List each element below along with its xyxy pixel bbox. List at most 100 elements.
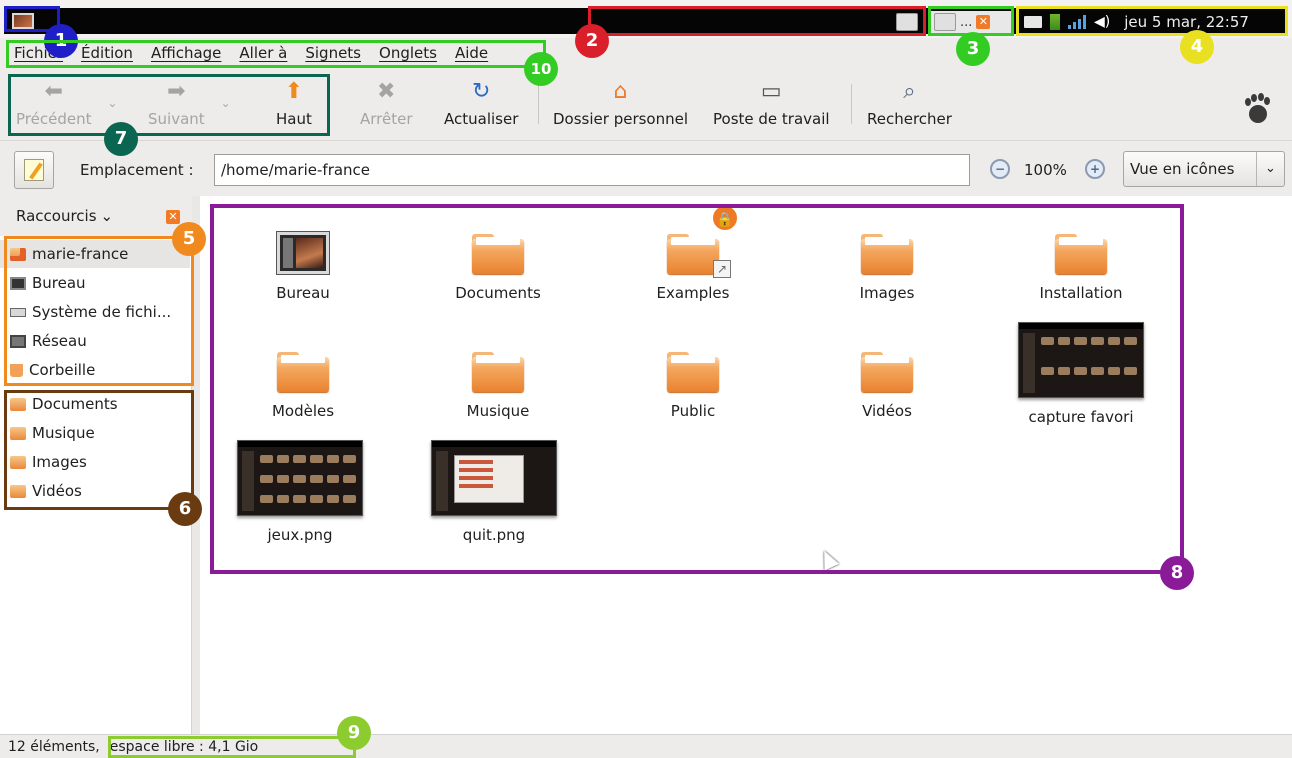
home-folder-icon: ⌂ [613, 78, 628, 104]
menu-bar: Fichier Édition Affichage Aller à Signet… [0, 38, 1292, 68]
mail-icon[interactable] [1024, 16, 1042, 28]
file-item-capture-favori[interactable]: capture favori [1006, 322, 1156, 426]
file-label: Installation [1039, 284, 1123, 302]
applications-menu-button[interactable] [8, 10, 38, 32]
annotation-number-4: 4 [1180, 30, 1214, 64]
file-item-installation[interactable]: Installation [1006, 230, 1156, 302]
sidebar-item-label: Système de fichi... [32, 303, 172, 321]
clock[interactable]: jeu 5 mar, 22:57 [1124, 13, 1249, 31]
sidebar: Raccourcis ⌄ ✕ marie-france Bureau Systè… [0, 196, 192, 734]
file-item-documents[interactable]: Documents [423, 230, 573, 302]
volume-icon[interactable]: ◀) [1094, 14, 1110, 30]
sidebar-close-icon[interactable]: ✕ [166, 210, 180, 224]
desktop-icon [10, 276, 26, 290]
taskbar-window-button[interactable]: ... ✕ [930, 11, 1012, 33]
computer-button[interactable]: ▭ Poste de travail [713, 78, 830, 129]
folder-icon [861, 234, 913, 274]
forward-history-dropdown-icon[interactable]: ⌄ [221, 96, 231, 110]
reload-label: Actualiser [444, 110, 519, 128]
file-item-public[interactable]: Public [618, 348, 768, 420]
file-icon-view: Bureau Documents 🔒 ↗ Examples Images Ins… [200, 196, 1292, 734]
sidebar-resize-handle[interactable] [192, 196, 200, 734]
sidebar-item-musique[interactable]: Musique [0, 419, 190, 447]
symlink-arrow-icon: ↗ [713, 260, 731, 278]
menu-aller-a[interactable]: Aller à [239, 44, 287, 62]
sidebar-item-documents[interactable]: Documents [0, 390, 190, 418]
file-label: Public [670, 402, 716, 420]
file-item-images[interactable]: Images [812, 230, 962, 302]
sidebar-item-label: Documents [32, 395, 118, 413]
file-label: jeux.png [267, 526, 333, 544]
stop-button[interactable]: ✖ Arrêter [360, 78, 413, 129]
back-arrow-icon: ⬅ [44, 78, 63, 104]
folder-icon [472, 234, 524, 274]
up-button[interactable]: ⬆ Haut [276, 78, 312, 129]
system-tray: ◀) jeu 5 mar, 22:57 [1018, 11, 1280, 33]
lock-emblem-icon: 🔒 [711, 204, 739, 232]
chevron-down-icon: ⌄ [1256, 152, 1284, 186]
folder-icon [1055, 234, 1107, 274]
location-input[interactable] [214, 154, 970, 186]
file-item-modeles[interactable]: Modèles [228, 348, 378, 420]
toggle-location-edit-button[interactable] [14, 151, 54, 189]
up-label: Haut [276, 110, 312, 128]
image-thumbnail [1018, 322, 1144, 398]
battery-icon[interactable] [1050, 14, 1060, 30]
menu-affichage[interactable]: Affichage [151, 44, 221, 62]
forward-button[interactable]: ➡ Suivant ⌄ [148, 78, 231, 129]
sidebar-item-videos[interactable]: Vidéos [0, 477, 190, 505]
zoom-level[interactable]: 100% [1024, 161, 1067, 179]
sidebar-item-filesystem[interactable]: Système de fichi... [0, 298, 190, 326]
file-item-jeux-png[interactable]: jeux.png [225, 440, 375, 544]
sidebar-item-marie-france[interactable]: marie-france [0, 240, 190, 268]
reload-button[interactable]: ↻ Actualiser [444, 78, 519, 129]
computer-label: Poste de travail [713, 110, 830, 128]
file-item-musique[interactable]: Musique [423, 348, 573, 420]
sidebar-item-corbeille[interactable]: Corbeille [0, 356, 190, 384]
menu-aide[interactable]: Aide [455, 44, 488, 62]
sidebar-header[interactable]: Raccourcis ⌄ ✕ [0, 196, 192, 236]
annotation-number-9: 9 [337, 716, 371, 750]
applications-menu-icon [12, 13, 34, 29]
image-thumbnail [237, 440, 363, 516]
search-icon: ⌕ [903, 78, 916, 104]
search-button[interactable]: ⌕ Rechercher [867, 78, 952, 129]
computer-icon: ▭ [760, 78, 782, 104]
file-item-videos[interactable]: Vidéos [812, 348, 962, 420]
file-item-bureau[interactable]: Bureau [228, 230, 378, 302]
view-mode-select[interactable]: Vue en icônes ⌄ [1123, 151, 1285, 187]
file-item-quit-png[interactable]: quit.png [419, 440, 569, 544]
zoom-in-icon[interactable]: + [1085, 159, 1105, 179]
show-desktop-button[interactable] [892, 11, 922, 33]
sidebar-item-label: Bureau [32, 274, 86, 292]
annotation-number-3: 3 [956, 32, 990, 66]
back-label: Précédent [16, 110, 92, 128]
menu-edition[interactable]: Édition [81, 44, 133, 62]
trash-icon [10, 363, 23, 377]
zoom-out-icon[interactable]: − [990, 159, 1010, 179]
network-signal-icon[interactable] [1068, 15, 1086, 29]
sidebar-type-select[interactable]: Raccourcis [16, 207, 97, 225]
sidebar-item-reseau[interactable]: Réseau [0, 327, 190, 355]
folder-icon [667, 352, 719, 392]
toolbar-separator [851, 84, 852, 124]
sidebar-item-label: Images [32, 453, 87, 471]
taskbar-close-icon[interactable]: ✕ [976, 15, 991, 29]
annotation-number-8: 8 [1160, 556, 1194, 590]
back-button[interactable]: ⬅ Précédent ⌄ [16, 78, 117, 129]
home-label: Dossier personnel [553, 110, 689, 128]
up-arrow-icon: ⬆ [284, 78, 304, 104]
file-label: quit.png [462, 526, 526, 544]
show-desktop-icon [896, 13, 918, 31]
folder-icon [10, 397, 26, 411]
menu-signets[interactable]: Signets [305, 44, 361, 62]
menu-onglets[interactable]: Onglets [379, 44, 437, 62]
home-button[interactable]: ⌂ Dossier personnel [553, 78, 689, 129]
window-icon [934, 13, 956, 31]
back-history-dropdown-icon[interactable]: ⌄ [107, 96, 117, 110]
image-thumbnail [431, 440, 557, 516]
location-bar: Emplacement : − 100% + Vue en icônes ⌄ [0, 140, 1292, 196]
sidebar-item-images[interactable]: Images [0, 448, 190, 476]
sidebar-item-bureau[interactable]: Bureau [0, 269, 190, 297]
file-item-examples[interactable]: 🔒 ↗ Examples [618, 204, 768, 302]
